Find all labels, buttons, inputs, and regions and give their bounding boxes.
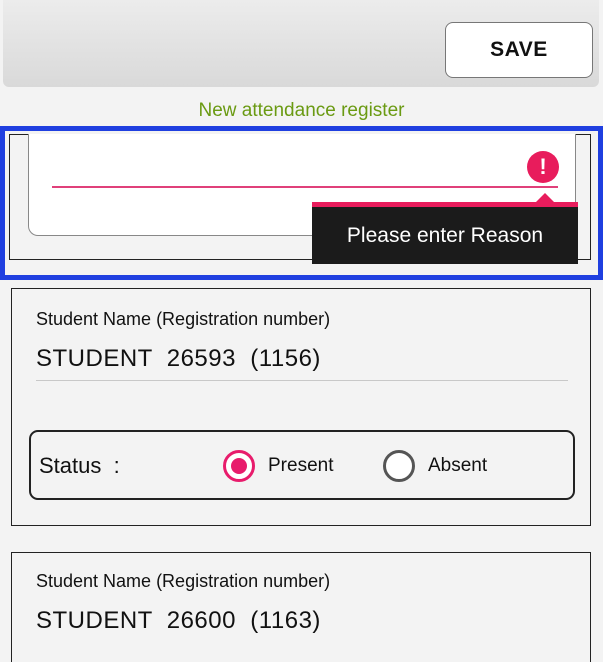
student-name-label: Student Name (Registration number) <box>36 571 331 591</box>
student-name-underline <box>36 380 568 381</box>
top-action-bar: SAVE <box>3 0 599 87</box>
radio-present[interactable] <box>223 450 255 482</box>
student-name-label: Student Name (Registration number) <box>36 309 331 329</box>
student-card: Student Name (Registration number) STUDE… <box>11 288 591 526</box>
status-group: Status : Present Absent <box>29 430 575 500</box>
radio-selected-dot <box>231 458 247 474</box>
radio-absent[interactable] <box>383 450 415 482</box>
radio-present-label[interactable]: Present <box>268 455 333 477</box>
radio-absent-label[interactable]: Absent <box>428 455 487 477</box>
save-button[interactable]: SAVE <box>445 22 593 78</box>
status-label: Status : <box>39 453 120 478</box>
page-subtitle: New attendance register <box>198 100 405 121</box>
focus-highlight-frame <box>0 126 603 280</box>
student-card: Student Name (Registration number) STUDE… <box>11 552 591 662</box>
student-name-value[interactable]: STUDENT 26593 (1156) <box>36 345 321 373</box>
student-name-value[interactable]: STUDENT 26600 (1163) <box>36 607 321 635</box>
